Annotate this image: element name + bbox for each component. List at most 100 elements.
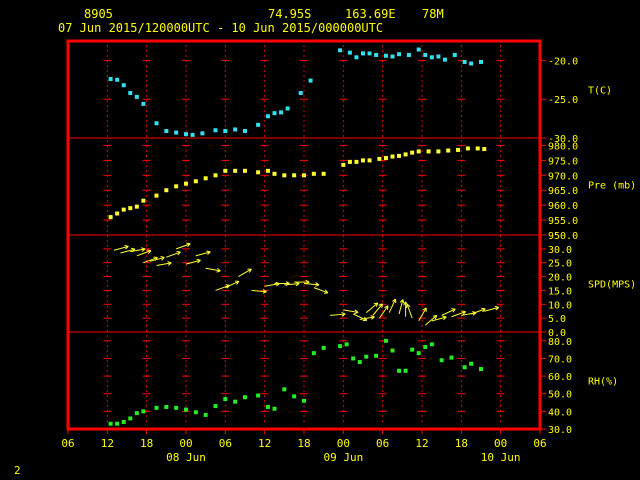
y-tick-label-wind: 25.0 [548, 259, 572, 270]
pressure-point [456, 147, 461, 152]
pressure-point [426, 149, 431, 154]
x-day-label: 10 Jun [481, 451, 521, 464]
panel-label-wind: SPD(MPS) [588, 280, 636, 291]
humidity-point [311, 351, 316, 356]
x-tick-label: 12 [258, 437, 271, 450]
panel-label-temperature: T(C) [588, 86, 612, 97]
pressure-point [265, 168, 270, 173]
x-tick-label: 00 [337, 437, 350, 450]
time-range: 07 Jun 2015/120000UTC - 10 Jun 2015/0000… [58, 21, 384, 35]
temperature-point [423, 52, 428, 57]
temperature-point [285, 106, 290, 111]
pressure-point [256, 170, 261, 175]
humidity-point [357, 359, 362, 364]
temperature-point [338, 48, 343, 53]
humidity-point [462, 365, 467, 370]
humidity-point [321, 345, 326, 350]
pressure-point [193, 179, 198, 184]
temperature-point [272, 111, 277, 116]
station-id: 8905 [84, 7, 113, 21]
y-tick-label-pressure: 950.0 [548, 231, 578, 242]
y-tick-label-temperature: -20.0 [548, 56, 578, 67]
y-tick-label-wind: 20.0 [548, 273, 572, 284]
panel-label-humidity: RH(%) [588, 377, 618, 388]
y-tick-label-pressure: 965.0 [548, 186, 578, 197]
pressure-point [174, 184, 179, 189]
wind-arrow-head [323, 292, 329, 294]
temperature-point [233, 127, 238, 132]
temperature-point [479, 59, 483, 64]
humidity-point [184, 407, 188, 412]
humidity-point [115, 421, 120, 426]
temperature-point [174, 130, 179, 135]
pressure-point [482, 147, 487, 152]
x-tick-label: 18 [297, 437, 310, 450]
y-tick-label-humidity: 70.0 [548, 354, 572, 365]
pressure-point [223, 168, 228, 173]
y-tick-label-pressure: 955.0 [548, 216, 578, 227]
temperature-point [367, 51, 372, 56]
wind-arrow-head [461, 310, 466, 313]
y-tick-label-wind: 15.0 [548, 286, 572, 297]
page-number: 2 [14, 464, 21, 477]
x-tick-label: 06 [533, 437, 546, 450]
humidity-point [410, 347, 415, 352]
temperature-point [429, 55, 434, 60]
wind-arrow-head [153, 256, 158, 259]
x-day-label: 09 Jun [323, 451, 363, 464]
pressure-point [311, 171, 316, 176]
temperature-point [184, 132, 188, 137]
humidity-point [364, 354, 369, 359]
humidity-point [416, 351, 421, 356]
temperature-point [308, 78, 313, 83]
pressure-point [203, 176, 208, 181]
temperature-point [128, 90, 133, 95]
humidity-point [154, 405, 159, 410]
temperature-point [436, 54, 441, 59]
x-tick-label: 06 [61, 437, 74, 450]
humidity-point [233, 399, 238, 404]
pressure-point [272, 171, 277, 176]
x-tick-label: 12 [415, 437, 428, 450]
pressure-point [213, 173, 218, 178]
x-tick-label: 18 [140, 437, 153, 450]
x-tick-label: 00 [179, 437, 192, 450]
wind-arrow-head [225, 284, 230, 286]
temperature-point [213, 128, 218, 133]
humidity-point [134, 411, 139, 416]
wind-arrow-head [146, 249, 152, 252]
temperature-point [141, 101, 146, 106]
pressure-point [367, 158, 372, 163]
humidity-point [449, 355, 454, 360]
x-tick-label: 12 [101, 437, 114, 450]
humidity-point [383, 338, 388, 343]
temperature-point [390, 54, 395, 59]
y-tick-label-pressure: 980.0 [548, 141, 578, 152]
pressure-point [354, 159, 359, 164]
station-longitude: 163.69E [345, 7, 396, 21]
humidity-point [121, 419, 126, 424]
humidity-point [141, 409, 146, 414]
meteogram-chart: -20.0-25.0-30.0T(C)980.0975.0970.0965.09… [0, 0, 640, 480]
humidity-point [292, 394, 297, 399]
temperature-point [200, 131, 205, 136]
temperature-point [190, 132, 195, 137]
humidity-point [272, 406, 277, 411]
humidity-point [479, 367, 483, 372]
y-tick-label-pressure: 970.0 [548, 171, 578, 182]
pressure-point [475, 146, 480, 151]
wind-arrow-head [176, 250, 181, 253]
station-elevation: 78M [422, 7, 444, 21]
pressure-point [410, 150, 415, 155]
pressure-point [233, 168, 238, 173]
temperature-point [121, 83, 126, 88]
temperature-point [154, 121, 159, 126]
humidity-point [338, 344, 343, 349]
humidity-point [223, 397, 228, 402]
temperature-point [442, 57, 447, 62]
temperature-point [383, 53, 388, 58]
pressure-point [282, 173, 287, 178]
pressure-point [397, 153, 402, 158]
x-tick-label: 18 [455, 437, 468, 450]
humidity-point [344, 342, 349, 347]
